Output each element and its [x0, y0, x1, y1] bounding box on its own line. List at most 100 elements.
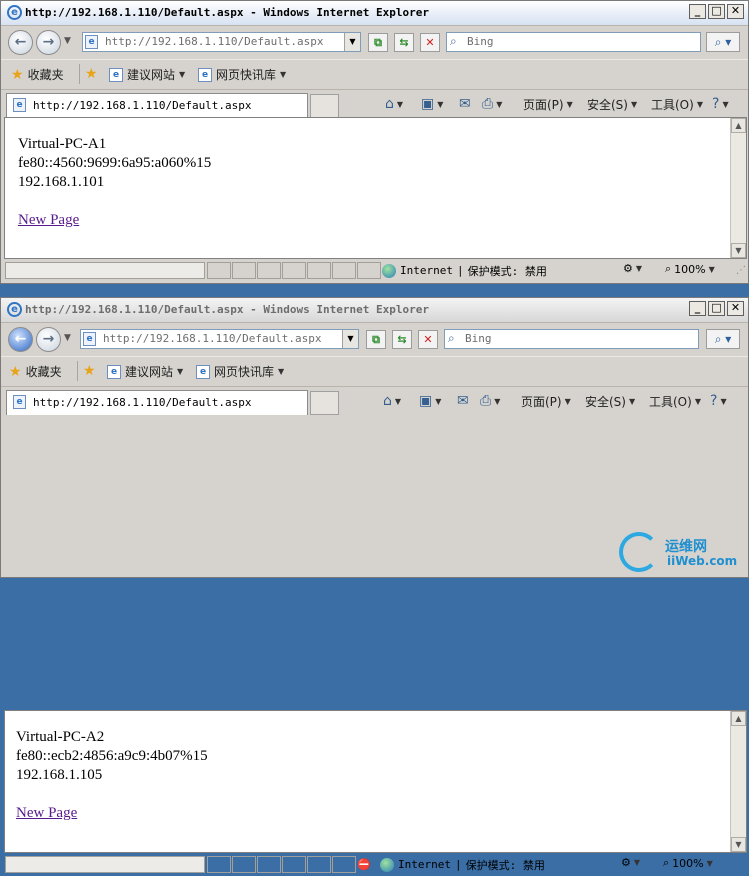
ie-page-icon: e: [107, 364, 121, 379]
help-button[interactable]: ? ▼: [710, 393, 727, 409]
back-arrow-icon[interactable]: ←: [8, 30, 33, 55]
close-button[interactable]: ✕: [727, 4, 744, 19]
new-page-link[interactable]: New Page: [16, 804, 208, 823]
print-button[interactable]: ⎙ ▼: [480, 393, 500, 409]
status-text: [5, 262, 205, 279]
zoom-control[interactable]: ⌕ 100% ▼: [665, 262, 715, 276]
web-slice-gallery-button[interactable]: e 网页快讯库 ▼: [196, 363, 284, 380]
tools-menu-label: 工具(O): [649, 395, 692, 409]
tab-title: http://192.168.1.110/Default.aspx: [33, 396, 252, 409]
feeds-button[interactable]: ▣ ▼: [421, 96, 443, 112]
star-icon: ★: [11, 66, 24, 83]
address-bar[interactable]: e http://192.168.1.110/Default.aspx ▼: [80, 329, 359, 349]
ie-page-icon: e: [196, 364, 210, 379]
search-box[interactable]: ⌕ Bing: [446, 32, 701, 52]
stop-icon[interactable]: ✕: [420, 33, 440, 52]
search-input[interactable]: Bing: [467, 35, 494, 48]
ipv6-address: fe80::ecb2:4856:a9c9:4b07%15: [16, 748, 208, 764]
minimize-button[interactable]: _: [689, 301, 706, 316]
print-button[interactable]: ⎙ ▼: [482, 96, 502, 112]
address-dropdown-icon[interactable]: ▼: [342, 330, 358, 348]
safety-menu-label: 安全(S): [587, 98, 628, 112]
safety-menu[interactable]: 安全(S) ▼: [587, 96, 637, 113]
settings-button[interactable]: ⚙ ▼: [621, 856, 640, 869]
feeds-button[interactable]: ▣ ▼: [419, 393, 441, 409]
settings-button[interactable]: ⚙ ▼: [623, 262, 642, 275]
compatibility-view-icon[interactable]: ⧉: [366, 330, 386, 349]
stop-icon[interactable]: ✕: [418, 330, 438, 349]
address-bar[interactable]: e http://192.168.1.110/Default.aspx ▼: [82, 32, 361, 52]
home-icon: ⌂: [385, 96, 394, 112]
refresh-icon[interactable]: ⇆: [392, 330, 412, 349]
page-menu[interactable]: 页面(P) ▼: [521, 393, 571, 410]
web-slice-gallery-button[interactable]: e 网页快讯库 ▼: [198, 66, 286, 83]
search-button[interactable]: ⌕ ▾: [706, 32, 740, 52]
suggested-sites-button[interactable]: e 建议网站 ▼: [109, 66, 185, 83]
tools-menu[interactable]: 工具(O) ▼: [651, 96, 703, 113]
security-zone[interactable]: Internet | 保护模式: 禁用: [382, 262, 547, 279]
forward-arrow-icon[interactable]: →: [36, 30, 61, 55]
popup-blocker[interactable]: ⛔: [357, 856, 371, 873]
maximize-button[interactable]: □: [708, 301, 725, 316]
address-input[interactable]: http://192.168.1.110/Default.aspx: [103, 332, 322, 345]
tab-current[interactable]: e http://192.168.1.110/Default.aspx: [6, 390, 308, 415]
page-menu[interactable]: 页面(P) ▼: [523, 96, 573, 113]
new-page-link[interactable]: New Page: [18, 211, 211, 230]
add-favorites-button[interactable]: ★: [85, 66, 98, 82]
new-tab-button[interactable]: [310, 94, 339, 118]
favorites-button[interactable]: ★ 收藏夹: [9, 363, 62, 380]
search-input[interactable]: Bing: [465, 332, 492, 345]
tab-current[interactable]: e http://192.168.1.110/Default.aspx: [6, 93, 308, 118]
search-box[interactable]: ⌕ Bing: [444, 329, 699, 349]
ipv4-address: 192.168.1.105: [16, 767, 103, 783]
close-button[interactable]: ✕: [727, 301, 744, 316]
scroll-up-icon[interactable]: ▲: [731, 118, 746, 133]
history-dropdown-icon[interactable]: ▼: [64, 36, 71, 46]
status-bar: Internet | 保护模式: 禁用 ⚙ ▼ ⌕ 100% ▼ ⋰: [1, 260, 748, 282]
status-cell: [207, 856, 231, 873]
minimize-button[interactable]: _: [689, 4, 706, 19]
zoom-label: 100%: [674, 262, 706, 276]
compatibility-view-icon[interactable]: ⧉: [368, 33, 388, 52]
scroll-down-icon[interactable]: ▼: [731, 837, 746, 852]
home-button[interactable]: ⌂ ▼: [383, 393, 401, 409]
safety-menu[interactable]: 安全(S) ▼: [585, 393, 635, 410]
favorites-button[interactable]: ★ 收藏夹: [11, 66, 64, 83]
history-dropdown-icon[interactable]: ▼: [64, 333, 71, 343]
zoom-control[interactable]: ⌕ 100% ▼: [663, 856, 713, 870]
tools-menu[interactable]: 工具(O) ▼: [649, 393, 701, 410]
status-cell: [307, 856, 331, 873]
scroll-up-icon[interactable]: ▲: [731, 711, 746, 726]
home-button[interactable]: ⌂ ▼: [385, 96, 403, 112]
suggested-sites-button[interactable]: e 建议网站 ▼: [107, 363, 183, 380]
back-arrow-icon[interactable]: ←: [8, 327, 33, 352]
forward-arrow-icon[interactable]: →: [36, 327, 61, 352]
security-zone[interactable]: Internet | 保护模式: 禁用: [380, 856, 545, 873]
scroll-down-icon[interactable]: ▼: [731, 243, 746, 258]
new-tab-button[interactable]: [310, 391, 339, 415]
page-icon: e: [13, 98, 26, 112]
title-bar[interactable]: e http://192.168.1.110/Default.aspx - Wi…: [1, 1, 748, 26]
print-icon: ⎙: [480, 393, 492, 409]
ie-window-1: e http://192.168.1.110/Default.aspx - Wi…: [0, 0, 749, 284]
resize-grip-icon[interactable]: ⋰: [736, 265, 746, 276]
address-dropdown-icon[interactable]: ▼: [344, 33, 360, 51]
maximize-button[interactable]: □: [708, 4, 725, 19]
protected-mode-label: 保护模式: 禁用: [467, 264, 547, 278]
status-cell: [232, 262, 256, 279]
mail-button[interactable]: ✉: [459, 96, 471, 112]
add-favorites-button[interactable]: ★: [83, 363, 96, 379]
refresh-icon[interactable]: ⇆: [394, 33, 414, 52]
status-cell: [307, 262, 331, 279]
favorites-bar: ★ 收藏夹 ★ e 建议网站 ▼ e 网页快讯库 ▼: [1, 59, 748, 90]
search-button[interactable]: ⌕ ▾: [706, 329, 740, 349]
title-bar[interactable]: e http://192.168.1.110/Default.aspx - Wi…: [1, 298, 748, 323]
chevron-down-icon: ▼: [179, 70, 186, 79]
vertical-scrollbar[interactable]: ▲ ▼: [730, 118, 746, 258]
help-button[interactable]: ? ▼: [712, 96, 729, 112]
mail-button[interactable]: ✉: [457, 393, 469, 409]
vertical-scrollbar[interactable]: ▲ ▼: [730, 711, 746, 852]
address-input[interactable]: http://192.168.1.110/Default.aspx: [105, 35, 324, 48]
suggested-sites-label: 建议网站: [125, 365, 174, 379]
status-cell: [357, 262, 381, 279]
